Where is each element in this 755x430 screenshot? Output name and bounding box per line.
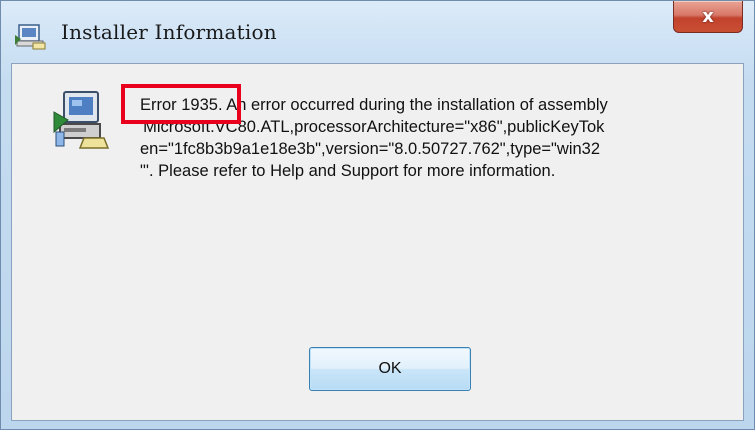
screenshot: Installer Information x Error 1935. An e… (0, 0, 755, 430)
ok-button[interactable]: OK (309, 347, 471, 391)
installer-computer-icon (50, 86, 110, 152)
close-button[interactable]: x (673, 1, 743, 33)
message-line-3: en="1fc8b3b9a1e18e3b",version="8.0.50727… (140, 140, 601, 158)
dialog-body: Error 1935. An error occurred during the… (11, 63, 744, 421)
title-bar[interactable]: Installer Information x (1, 1, 754, 57)
installer-information-window: Installer Information x Error 1935. An e… (0, 0, 755, 430)
window-title: Installer Information (61, 20, 277, 44)
message-line-4: "'. Please refer to Help and Support for… (140, 162, 556, 180)
error-code-highlight-box (121, 84, 241, 124)
close-icon: x (702, 5, 714, 27)
installer-icon (13, 21, 47, 51)
